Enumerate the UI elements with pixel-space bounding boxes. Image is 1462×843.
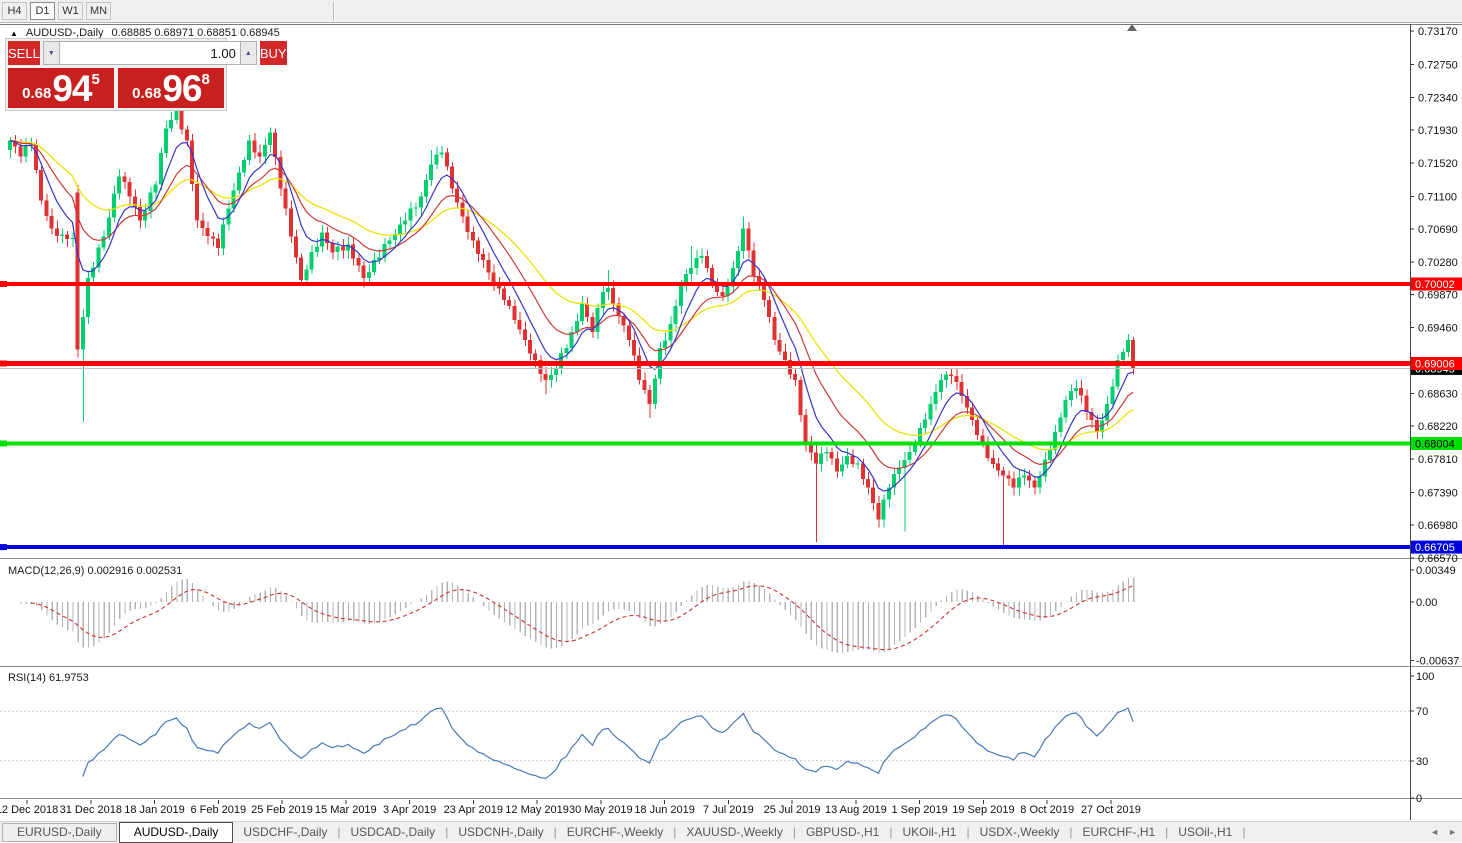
svg-text:0.71930: 0.71930 xyxy=(1418,125,1458,137)
volume-increase-arrow-icon[interactable]: ▲ xyxy=(240,41,257,65)
svg-text:0.70280: 0.70280 xyxy=(1418,257,1458,269)
svg-text:0.67810: 0.67810 xyxy=(1418,454,1458,466)
volume-spinner: ▼ ▲ xyxy=(43,41,257,65)
chart-tab-audusd-daily[interactable]: AUDUSD-,Daily xyxy=(119,822,234,843)
level-handle-icon[interactable] xyxy=(0,281,7,287)
svg-text:100: 100 xyxy=(1416,671,1434,683)
svg-text:0.00: 0.00 xyxy=(1416,597,1437,609)
tab-scroll-right-icon[interactable]: ► xyxy=(1448,827,1457,837)
chart-tab-eurchf-weekly[interactable]: EURCHF-,Weekly xyxy=(557,825,673,839)
svg-text:0.73170: 0.73170 xyxy=(1418,26,1458,38)
chart-canvas[interactable]: 0.689450.700020.690060.680040.667050.731… xyxy=(0,0,1462,820)
svg-text:0.68220: 0.68220 xyxy=(1418,421,1458,433)
buy-price-prefix: 0.68 xyxy=(132,85,161,102)
svg-text:12 Dec 2018: 12 Dec 2018 xyxy=(0,804,58,816)
tab-separator: | xyxy=(1242,825,1245,839)
svg-text:0.71520: 0.71520 xyxy=(1418,158,1458,170)
svg-text:15 Mar 2019: 15 Mar 2019 xyxy=(315,804,377,816)
volume-input[interactable] xyxy=(60,41,240,65)
chart-tab-usdx-weekly[interactable]: USDX-,Weekly xyxy=(970,825,1070,839)
svg-text:0.00349: 0.00349 xyxy=(1416,565,1456,577)
chart-tab-xauusd-weekly[interactable]: XAUUSD-,Weekly xyxy=(676,825,792,839)
chart-tab-gbpusd-h1[interactable]: GBPUSD-,H1 xyxy=(796,825,889,839)
rsi-indicator-label: RSI(14) 61.9753 xyxy=(8,672,89,684)
svg-text:18 Jun 2019: 18 Jun 2019 xyxy=(634,804,695,816)
chart-tab-ukoil-h1[interactable]: UKOil-,H1 xyxy=(892,825,966,839)
svg-text:27 Oct 2019: 27 Oct 2019 xyxy=(1081,804,1141,816)
sell-price-prefix: 0.68 xyxy=(22,85,51,102)
macd-indicator-label: MACD(12,26,9) 0.002916 0.002531 xyxy=(8,565,182,577)
svg-text:23 Apr 2019: 23 Apr 2019 xyxy=(444,804,503,816)
svg-text:-0.00637: -0.00637 xyxy=(1416,655,1459,667)
svg-text:0.67390: 0.67390 xyxy=(1418,488,1458,500)
one-click-trading-panel: SELL ▼ ▲ BUY 0.68 94 5 0.68 96 8 xyxy=(5,38,227,111)
buy-price-box[interactable]: 0.68 96 8 xyxy=(118,68,224,108)
svg-text:25 Feb 2019: 25 Feb 2019 xyxy=(251,804,313,816)
chart-tab-usdchf-daily[interactable]: USDCHF-,Daily xyxy=(233,825,337,839)
svg-text:13 Aug 2019: 13 Aug 2019 xyxy=(825,804,887,816)
svg-text:31 Dec 2018: 31 Dec 2018 xyxy=(60,804,122,816)
svg-text:30: 30 xyxy=(1416,756,1428,768)
svg-text:0.72340: 0.72340 xyxy=(1418,92,1458,104)
sell-price-pip: 5 xyxy=(92,71,100,88)
sell-button[interactable]: SELL xyxy=(8,41,40,65)
svg-text:8 Oct 2019: 8 Oct 2019 xyxy=(1020,804,1074,816)
svg-text:1 Sep 2019: 1 Sep 2019 xyxy=(891,804,947,816)
buy-price-pip: 8 xyxy=(202,71,210,88)
svg-text:0.69006: 0.69006 xyxy=(1415,359,1455,371)
chart-tab-bar: EURUSD-,DailyAUDUSD-,DailyUSDCHF-,Daily |… xyxy=(0,821,1462,842)
level-handle-icon[interactable] xyxy=(0,544,7,550)
svg-text:0.68004: 0.68004 xyxy=(1415,439,1455,451)
svg-text:0.69460: 0.69460 xyxy=(1418,322,1458,334)
chart-tab-usdcnh-daily[interactable]: USDCNH-,Daily xyxy=(448,825,553,839)
tab-scroll-nav: ◄ ► xyxy=(1430,827,1457,837)
svg-text:6 Feb 2019: 6 Feb 2019 xyxy=(190,804,246,816)
volume-decrease-arrow-icon[interactable]: ▼ xyxy=(43,41,60,65)
sell-price-box[interactable]: 0.68 94 5 xyxy=(8,68,114,108)
svg-text:0.70690: 0.70690 xyxy=(1418,224,1458,236)
chart-tab-usoil-h1[interactable]: USOil-,H1 xyxy=(1168,825,1242,839)
svg-text:18 Jan 2019: 18 Jan 2019 xyxy=(124,804,185,816)
level-handle-icon[interactable] xyxy=(0,441,7,447)
svg-text:12 May 2019: 12 May 2019 xyxy=(505,804,569,816)
svg-text:25 Jul 2019: 25 Jul 2019 xyxy=(764,804,821,816)
svg-text:19 Sep 2019: 19 Sep 2019 xyxy=(952,804,1014,816)
level-handle-icon[interactable] xyxy=(0,361,7,367)
sell-price-big: 94 xyxy=(52,71,91,107)
svg-text:0: 0 xyxy=(1416,793,1422,805)
chart-tab-eurusd-daily[interactable]: EURUSD-,Daily xyxy=(2,823,117,842)
chart-tab-usdcad-daily[interactable]: USDCAD-,Daily xyxy=(341,825,446,839)
svg-text:0.71100: 0.71100 xyxy=(1418,191,1457,203)
svg-text:0.68630: 0.68630 xyxy=(1418,389,1458,401)
svg-text:0.66980: 0.66980 xyxy=(1418,520,1458,532)
chart-tab-eurchf-h1[interactable]: EURCHF-,H1 xyxy=(1073,825,1166,839)
tab-scroll-left-icon[interactable]: ◄ xyxy=(1430,827,1439,837)
svg-text:0.72750: 0.72750 xyxy=(1418,60,1458,72)
buy-price-big: 96 xyxy=(162,71,201,107)
symbol-marker-icon: ▲ xyxy=(10,29,18,38)
svg-text:7 Jul 2019: 7 Jul 2019 xyxy=(703,804,754,816)
svg-text:3 Apr 2019: 3 Apr 2019 xyxy=(383,804,436,816)
svg-text:70: 70 xyxy=(1416,706,1428,718)
svg-text:0.66570: 0.66570 xyxy=(1418,553,1458,565)
buy-button[interactable]: BUY xyxy=(260,41,287,65)
svg-text:30 May 2019: 30 May 2019 xyxy=(569,804,633,816)
svg-text:0.69870: 0.69870 xyxy=(1418,290,1458,302)
